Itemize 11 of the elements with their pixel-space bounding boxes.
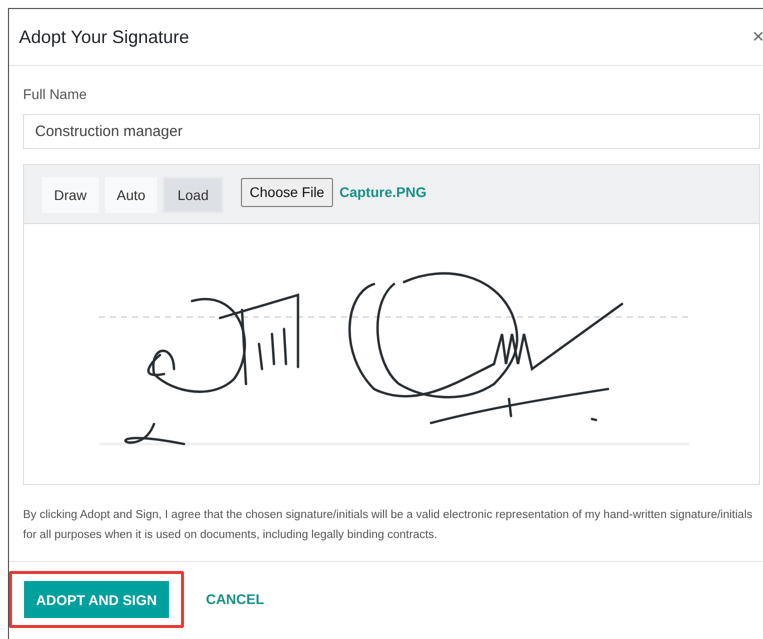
close-button[interactable]: × xyxy=(752,27,763,47)
consent-text: By clicking Adopt and Sign, I agree that the chosen signature/initials will be a valid electronic representation of my hand-written signature/initials for all purposes when it is used on documents, including legally binding contracts. xyxy=(23,508,753,543)
field-label: Full Name xyxy=(23,86,88,102)
mode-tab[interactable]: Auto xyxy=(104,177,158,213)
file-name: Capture.PNG xyxy=(339,184,426,200)
choose-file-button[interactable]: Choose File xyxy=(240,178,334,206)
mode-tab[interactable]: Draw xyxy=(42,177,99,213)
name-input-field[interactable]: Construction manager xyxy=(23,114,760,149)
mode-tab[interactable]: Load xyxy=(163,177,223,213)
cancel-link[interactable]: CANCEL xyxy=(202,590,268,606)
dialog-title: Adopt Your Signature xyxy=(19,26,190,48)
